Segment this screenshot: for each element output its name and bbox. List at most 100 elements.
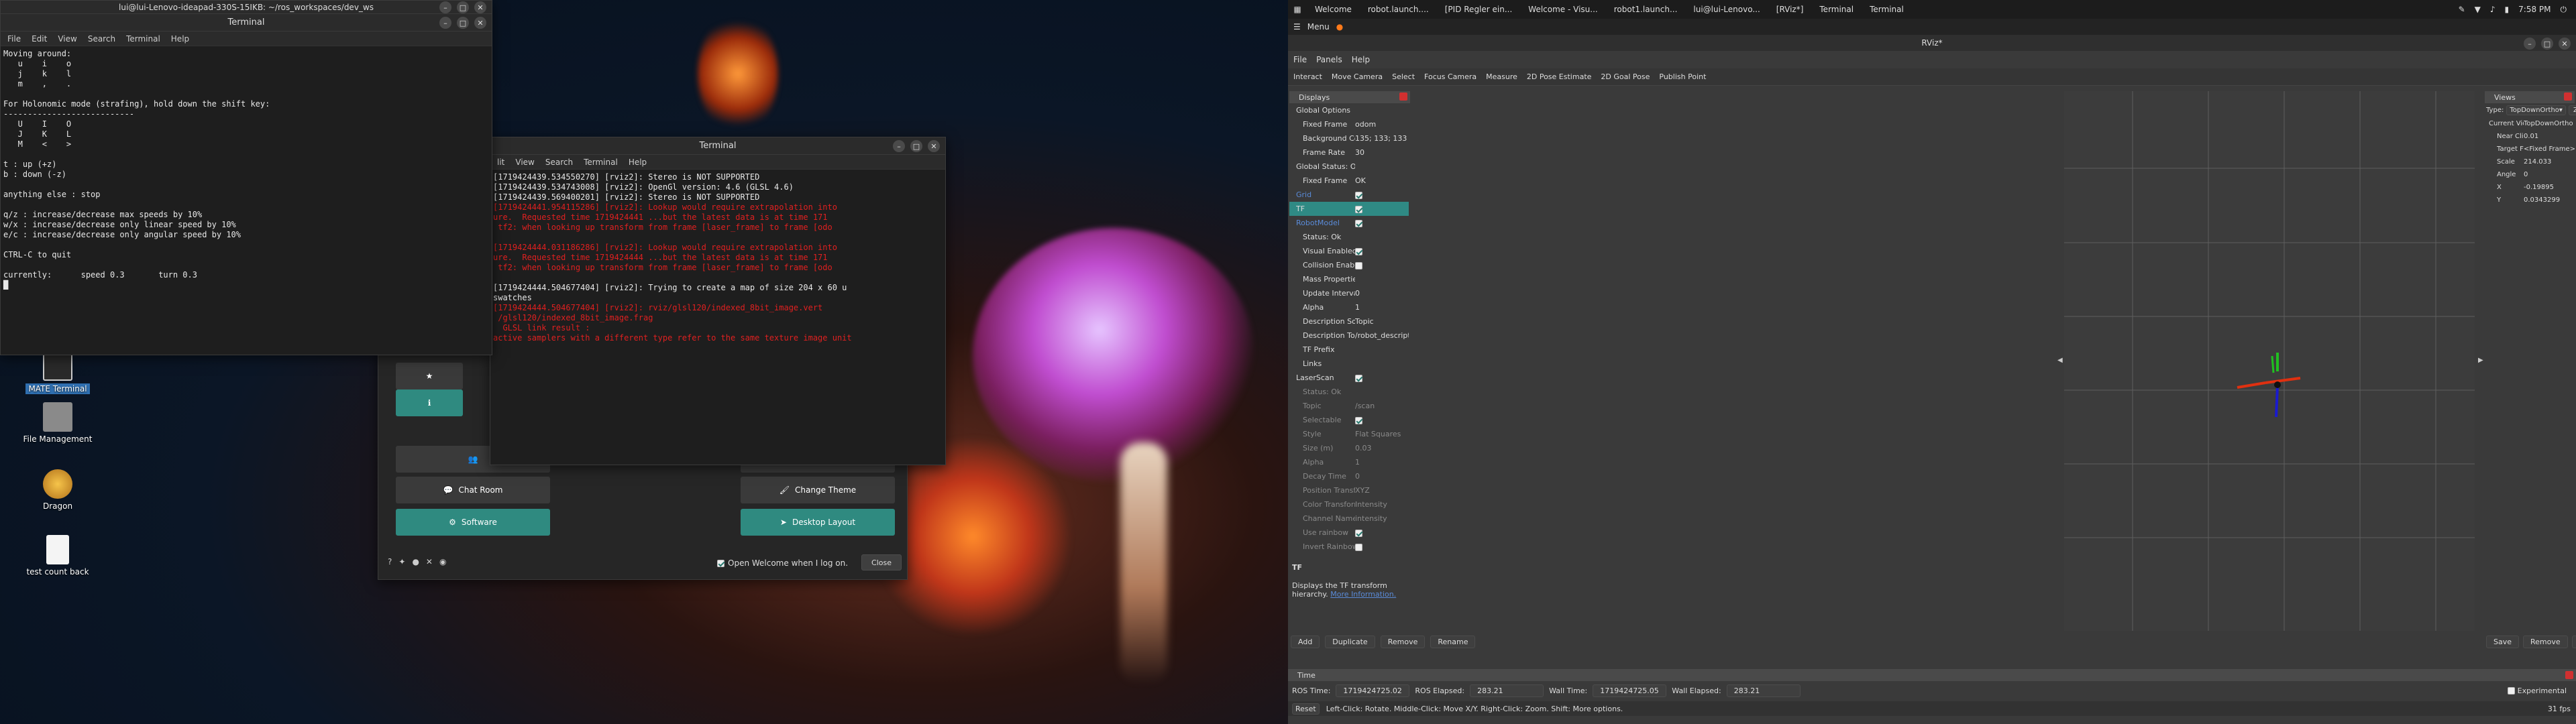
display-row[interactable]: Grid [1289, 188, 1409, 202]
zero-button[interactable]: Zero [2568, 105, 2576, 115]
clock[interactable]: 7:58 PM [2518, 5, 2551, 14]
software-button[interactable]: ⚙ Software [396, 509, 550, 536]
display-row[interactable]: TF [1289, 202, 1409, 216]
desktop-icon-text[interactable]: test count back [17, 535, 98, 577]
welcome-star-button[interactable]: ★ [396, 363, 463, 389]
display-button[interactable]: Add [1291, 636, 1320, 648]
display-checkbox[interactable] [1355, 191, 1362, 199]
display-checkbox[interactable] [1355, 219, 1362, 227]
display-row[interactable]: Mass Properties [1289, 272, 1409, 286]
display-checkbox[interactable] [1355, 543, 1362, 551]
terminal-titlebar[interactable]: Terminal – □ ✕ [490, 137, 945, 155]
tool-button[interactable]: Select [1392, 72, 1415, 81]
open-welcome-option[interactable]: Open Welcome when I log on. [717, 558, 848, 568]
taskbar-tab[interactable]: Terminal [1811, 0, 1862, 19]
view-row[interactable]: Y 0.0343299 [2485, 194, 2575, 206]
display-row[interactable]: Fixed Frame odom [1289, 117, 1409, 131]
display-button[interactable]: Duplicate [1325, 636, 1375, 648]
minimize-icon[interactable]: – [439, 17, 451, 29]
render-view[interactable] [2064, 91, 2475, 631]
display-row[interactable]: RobotModel [1289, 216, 1409, 230]
display-button[interactable]: Remove [1380, 636, 1426, 648]
left-collapse-icon[interactable]: ◀ [2057, 357, 2063, 364]
battery-icon[interactable]: ▮ [2505, 5, 2510, 14]
app-menu-icon[interactable]: ▦ [1288, 5, 1307, 14]
display-row[interactable]: Channel Name intensity [1289, 511, 1409, 526]
view-row[interactable]: Target Fra...<Fixed Frame> [2485, 143, 2575, 156]
taskbar-tab[interactable]: robot1.launch... [1606, 0, 1686, 19]
firefox-icon[interactable]: ● [1336, 22, 1343, 32]
minimize-icon[interactable]: – [2524, 38, 2536, 50]
help-icon[interactable]: ? [388, 557, 392, 566]
display-row[interactable]: Description Topic/robot_description [1289, 328, 1409, 343]
maximize-icon[interactable]: □ [457, 17, 469, 29]
menu-icon[interactable]: ☰ [1293, 22, 1301, 32]
discord-icon[interactable]: ◉ [439, 557, 446, 566]
desktop-icon-dragon[interactable]: Dragon [17, 469, 98, 511]
maximize-icon[interactable]: □ [457, 1, 469, 13]
display-row[interactable]: Color TransformerIntensity [1289, 497, 1409, 511]
close-icon[interactable] [2564, 93, 2572, 101]
chat-room-button[interactable]: 💬 Chat Room [396, 477, 550, 503]
forum-icon[interactable]: ✦ [398, 557, 405, 566]
menu-button[interactable]: Menu [1307, 22, 1330, 32]
view-row[interactable]: Scale 214.033 [2485, 156, 2575, 168]
wifi-icon[interactable]: ▼ [2475, 5, 2481, 14]
welcome-info-button[interactable]: ℹ [396, 389, 463, 416]
display-row[interactable]: Collision Enabled [1289, 258, 1409, 272]
display-row[interactable]: Status: Ok [1289, 385, 1409, 399]
display-row[interactable]: Use rainbow [1289, 526, 1409, 540]
close-icon[interactable] [2565, 671, 2573, 679]
menu-item[interactable]: Edit [32, 34, 47, 44]
taskbar-tab[interactable]: lui@lui-Lenovo... [1685, 0, 1768, 19]
maximize-icon[interactable]: □ [2541, 38, 2553, 50]
reset-button[interactable]: Reset [1292, 703, 1320, 715]
display-row[interactable]: Size (m) 0.03 [1289, 441, 1409, 455]
taskbar-tab[interactable]: Welcome - Visu... [1520, 0, 1605, 19]
tool-button[interactable]: Focus Camera [1424, 72, 1477, 81]
twitter-icon[interactable]: ✕ [426, 557, 433, 566]
view-type-select[interactable]: TopDownOrtho ▾ [2506, 105, 2566, 115]
pen-icon[interactable]: ✎ [2459, 5, 2465, 14]
display-checkbox[interactable] [1355, 416, 1362, 424]
display-checkbox[interactable] [1355, 374, 1362, 382]
view-row[interactable]: Near Clip ...0.01 [2485, 130, 2575, 143]
views-tree[interactable]: Current ViewTopDownOrtho ...Near Clip ..… [2485, 117, 2575, 206]
taskbar-tab[interactable]: robot.launch.... [1360, 0, 1437, 19]
taskbar-tab[interactable]: Terminal [1862, 0, 1912, 19]
display-row[interactable]: LaserScan [1289, 371, 1409, 385]
display-row[interactable]: Frame Rate 30 [1289, 145, 1409, 160]
taskbar-tab[interactable]: [PID Regler ein... [1437, 0, 1521, 19]
menu-item[interactable]: Terminal [126, 34, 160, 44]
tool-button[interactable]: Measure [1486, 72, 1517, 81]
display-row[interactable]: Background Color135; 133; 133 [1289, 131, 1409, 145]
display-row[interactable]: Global Status: Ok [1289, 160, 1409, 174]
display-checkbox[interactable] [1355, 529, 1362, 537]
display-row[interactable]: Fixed Frame OK [1289, 174, 1409, 188]
view-row[interactable]: Current ViewTopDownOrtho ... [2485, 117, 2575, 130]
display-row[interactable]: Global Options [1289, 103, 1409, 117]
display-row[interactable]: Selectable [1289, 413, 1409, 427]
close-icon[interactable]: ✕ [928, 140, 940, 152]
welcome-close-button[interactable]: Close [861, 554, 902, 570]
display-row[interactable]: Alpha 1 [1289, 455, 1409, 469]
close-icon[interactable]: ✕ [474, 17, 486, 29]
volume-icon[interactable]: ♪ [2490, 5, 2496, 14]
display-row[interactable]: Status: Ok [1289, 230, 1409, 244]
close-icon[interactable] [1399, 93, 1407, 101]
menu-item[interactable]: Search [545, 158, 573, 167]
tool-button[interactable]: 2D Pose Estimate [1527, 72, 1592, 81]
terminal-output[interactable]: Moving around: u i o j k l m , . For Hol… [1, 46, 492, 293]
menu-item[interactable]: View [58, 34, 76, 44]
menu-item[interactable]: Terminal [584, 158, 618, 167]
view-row[interactable]: X -0.19895 [2485, 181, 2575, 194]
display-row[interactable]: TF Prefix [1289, 343, 1409, 357]
display-row[interactable]: Invert Rainbow [1289, 540, 1409, 554]
menu-item[interactable]: Search [88, 34, 115, 44]
open-welcome-checkbox[interactable] [717, 559, 724, 567]
change-theme-button[interactable]: 🖌 Change Theme [741, 477, 895, 503]
display-button[interactable]: Rename [1430, 636, 1476, 648]
tool-button[interactable]: 2D Goal Pose [1601, 72, 1650, 81]
menu-item[interactable]: File [1293, 55, 1307, 64]
menu-item[interactable]: File [7, 34, 21, 44]
